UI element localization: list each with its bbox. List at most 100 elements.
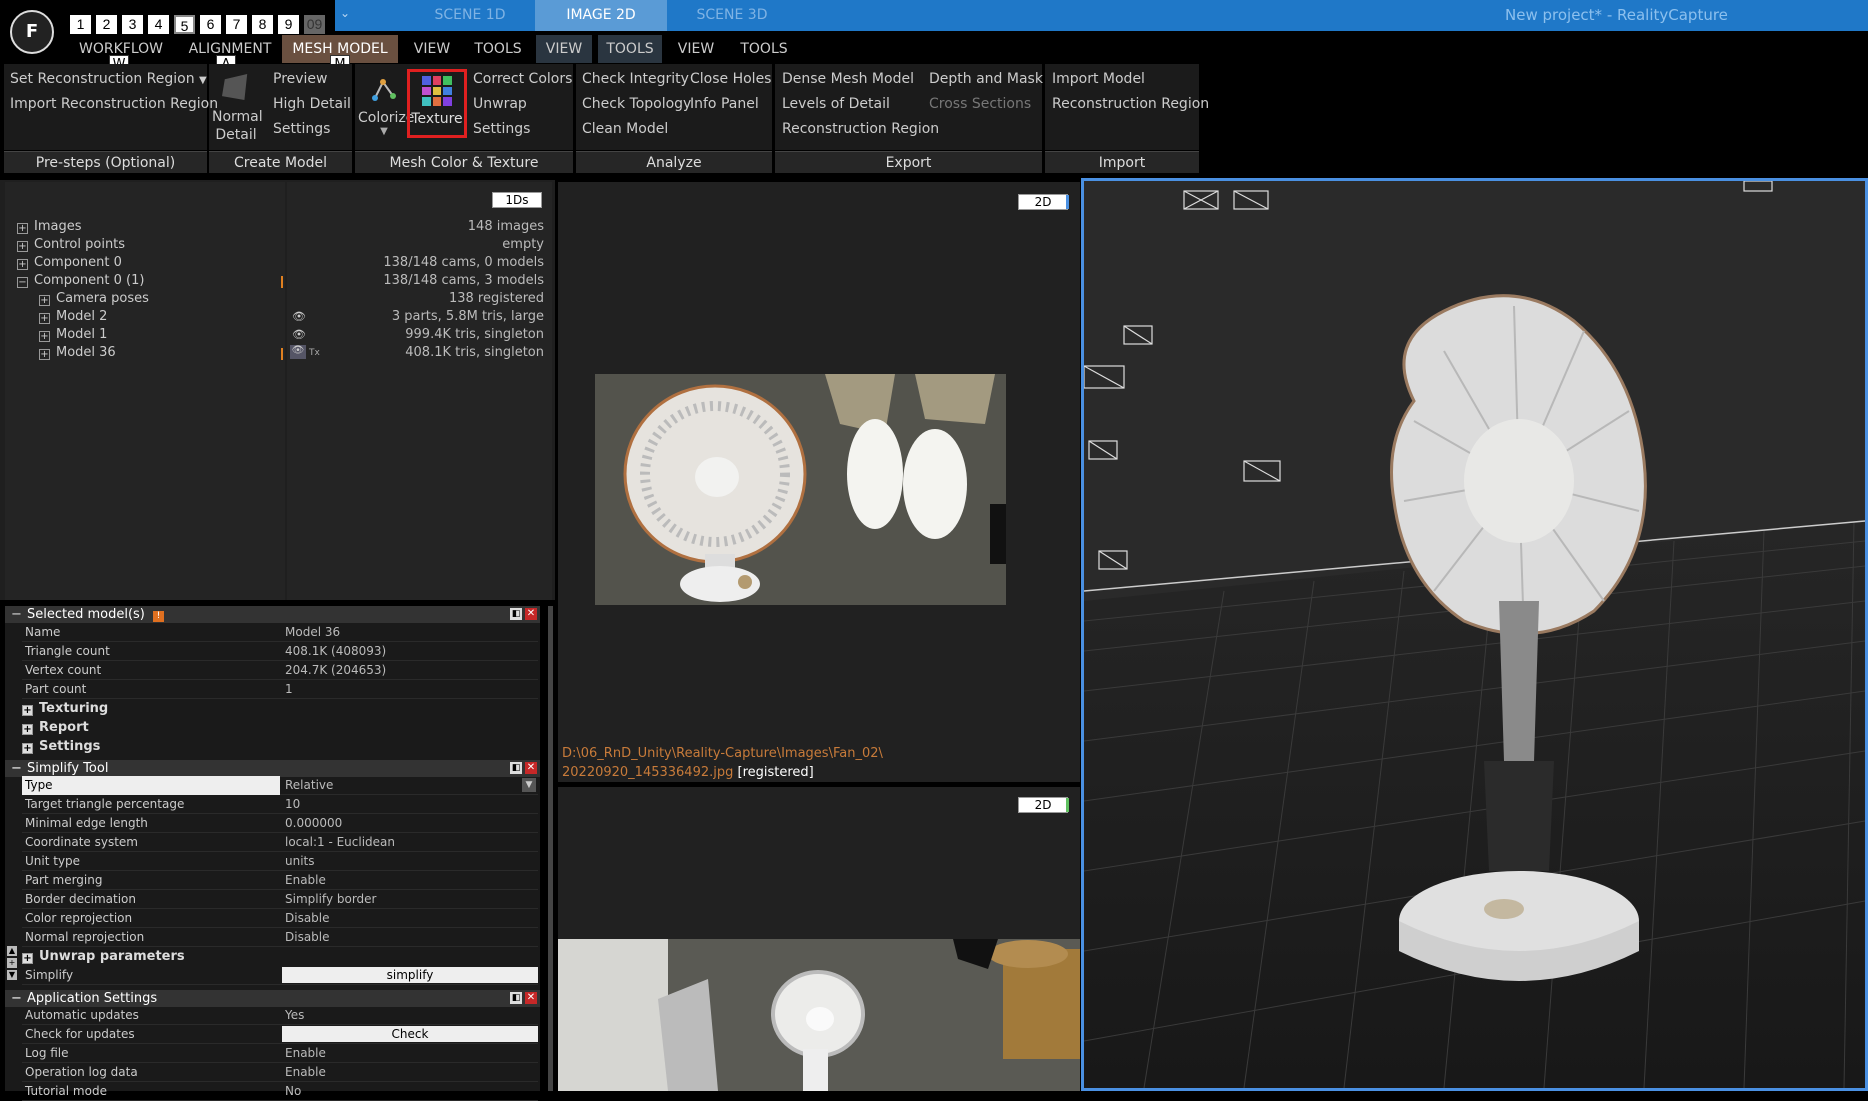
expand-icon[interactable]: + <box>22 724 33 735</box>
texture-settings-button[interactable]: Settings <box>473 117 530 142</box>
tree-item-model-36[interactable]: + Model 36 <box>39 344 116 362</box>
expand-icon[interactable]: + <box>39 349 50 360</box>
close-icon[interactable]: ✕ <box>525 762 537 774</box>
tree-item-component-0[interactable]: + Component 0 <box>17 254 122 272</box>
prop-row[interactable]: Border decimation Simplify border <box>22 890 538 909</box>
close-icon[interactable]: ✕ <box>525 992 537 1004</box>
prop-row[interactable]: Normal reprojection Disable <box>22 928 538 947</box>
2d-badge[interactable]: 2D <box>1018 797 1068 813</box>
check-integrity-button[interactable]: Check Integrity <box>582 67 689 92</box>
expand-icon[interactable]: + <box>39 313 50 324</box>
prop-row[interactable]: Coordinate system local:1 - Euclidean <box>22 833 538 852</box>
eye-icon[interactable]: 👁 <box>292 328 306 341</box>
tree-item-model-1[interactable]: + Model 1 <box>39 326 107 344</box>
prop-row[interactable]: Tutorial mode No <box>22 1082 538 1101</box>
layout-2-button[interactable]: 2 <box>96 15 117 34</box>
pin-icon[interactable]: ◧ <box>510 992 522 1004</box>
app-logo[interactable]: F <box>10 10 54 54</box>
prop-row[interactable]: Operation log data Enable <box>22 1063 538 1082</box>
auto-updates-field[interactable]: Yes <box>285 1006 304 1025</box>
prop-row[interactable]: Color reprojection Disable <box>22 909 538 928</box>
export-depth-mask-button[interactable]: Depth and Mask <box>929 67 1043 92</box>
unwrap-button[interactable]: Unwrap <box>473 92 527 117</box>
tutorial-mode-field[interactable]: No <box>285 1082 301 1101</box>
preview-button[interactable]: Preview <box>273 67 328 92</box>
collapse-icon[interactable]: − <box>11 606 22 623</box>
tree-item-model-2[interactable]: + Model 2 <box>39 308 107 326</box>
tree-item-camera-poses[interactable]: + Camera poses <box>39 290 149 308</box>
high-detail-button[interactable]: High Detail <box>273 92 351 117</box>
texturing-section[interactable]: + Texturing <box>22 699 108 718</box>
expand-icon[interactable]: + <box>17 259 28 270</box>
prop-row[interactable]: Target triangle percentage 10 <box>22 795 538 814</box>
type-select[interactable]: Relative <box>285 776 333 795</box>
colorize-button[interactable]: Colorize ▼ <box>358 70 414 137</box>
op-log-field[interactable]: Enable <box>285 1063 326 1082</box>
check-topology-button[interactable]: Check Topology <box>582 92 691 117</box>
unwrap-params-section[interactable]: + Unwrap parameters <box>22 947 185 966</box>
report-section[interactable]: + Report <box>22 718 89 737</box>
layout-7-button[interactable]: 7 <box>226 15 247 34</box>
menu-view-3[interactable]: VIEW <box>668 35 724 63</box>
prop-row[interactable]: Minimal edge length 0.000000 <box>22 814 538 833</box>
pin-icon[interactable]: ◧ <box>510 608 522 620</box>
expand-icon[interactable]: + <box>22 743 33 754</box>
expand-icon[interactable]: + <box>22 705 33 716</box>
expand-icon[interactable]: + <box>22 953 33 964</box>
image-2d-view-top[interactable]: 2D D:\06_RnD_Unity\Reality-Capture\Image… <box>558 182 1080 782</box>
set-region-button[interactable]: Set Reconstruction Region ▼ <box>10 67 207 93</box>
scene-3d-view[interactable] <box>1081 178 1868 1091</box>
move-up-icon[interactable]: ▲ <box>7 946 17 956</box>
border-decimation-field[interactable]: Simplify border <box>285 890 376 909</box>
prop-row[interactable]: Part merging Enable <box>22 871 538 890</box>
expand-icon[interactable]: + <box>17 223 28 234</box>
chevron-down-icon[interactable]: ▼ <box>522 778 536 792</box>
layout-9-button[interactable]: 9 <box>278 15 299 34</box>
menu-view-1[interactable]: VIEW <box>404 35 460 63</box>
part-merging-field[interactable]: Enable <box>285 871 326 890</box>
tab-scene-3d[interactable]: SCENE 3D <box>667 0 797 31</box>
expand-icon[interactable]: + <box>39 295 50 306</box>
menu-tools-3[interactable]: TOOLS <box>730 35 798 63</box>
layout-6-button[interactable]: 6 <box>200 15 221 34</box>
selected-model-header[interactable]: − Selected model(s) ! <box>5 606 540 623</box>
import-region-button[interactable]: Import Reconstruction Region <box>10 92 218 117</box>
export-dense-mesh-button[interactable]: Dense Mesh Model <box>782 67 914 92</box>
chevron-down-icon[interactable]: ⌄ <box>340 6 350 20</box>
create-settings-button[interactable]: Settings <box>273 117 330 142</box>
pin-icon[interactable]: ◧ <box>510 762 522 774</box>
layout-09-button[interactable]: 09 <box>304 15 325 34</box>
normal-reprojection-field[interactable]: Disable <box>285 928 330 947</box>
import-region-button-2[interactable]: Reconstruction Region <box>1052 92 1209 117</box>
import-model-button[interactable]: Import Model <box>1052 67 1145 92</box>
type-row[interactable]: Type Relative ▼ <box>22 776 538 795</box>
tree-item-component-0-1[interactable]: − Component 0 (1) <box>17 272 144 290</box>
layout-3-button[interactable]: 3 <box>122 15 143 34</box>
unit-type-field[interactable]: units <box>285 852 315 871</box>
move-down-icon[interactable]: ▼ <box>7 970 17 980</box>
coord-system-field[interactable]: local:1 - Euclidean <box>285 833 395 852</box>
tab-scene-1d[interactable]: SCENE 1D <box>405 0 535 31</box>
panel-scrollbar[interactable] <box>548 606 553 1091</box>
export-cross-sections-button[interactable]: Cross Sections <box>929 92 1031 117</box>
image-2d-view-bottom[interactable]: 2D <box>558 787 1080 1091</box>
prop-row[interactable]: Log file Enable <box>22 1044 538 1063</box>
layout-8-button[interactable]: 8 <box>252 15 273 34</box>
1ds-badge[interactable]: 1Ds <box>492 192 542 208</box>
log-file-field[interactable]: Enable <box>285 1044 326 1063</box>
info-panel-button[interactable]: Info Panel <box>690 92 759 117</box>
expand-icon[interactable]: + <box>39 331 50 342</box>
tab-image-2d[interactable]: IMAGE 2D <box>535 0 667 31</box>
normal-detail-button[interactable]: Normal Detail <box>212 70 263 144</box>
collapse-icon[interactable]: − <box>11 760 22 777</box>
menu-view-2[interactable]: VIEW <box>536 35 592 63</box>
export-lod-button[interactable]: Levels of Detail <box>782 92 890 117</box>
prop-row[interactable]: Automatic updates Yes <box>22 1006 538 1025</box>
close-holes-button[interactable]: Close Holes <box>690 67 771 92</box>
simplify-button[interactable]: simplify <box>282 967 538 983</box>
layout-1-button[interactable]: 1 <box>70 15 91 34</box>
color-reprojection-field[interactable]: Disable <box>285 909 330 928</box>
menu-tools-1[interactable]: TOOLS <box>466 35 530 63</box>
simplify-tool-header[interactable]: − Simplify Tool <box>5 760 540 777</box>
min-edge-field[interactable]: 0.000000 <box>285 814 342 833</box>
